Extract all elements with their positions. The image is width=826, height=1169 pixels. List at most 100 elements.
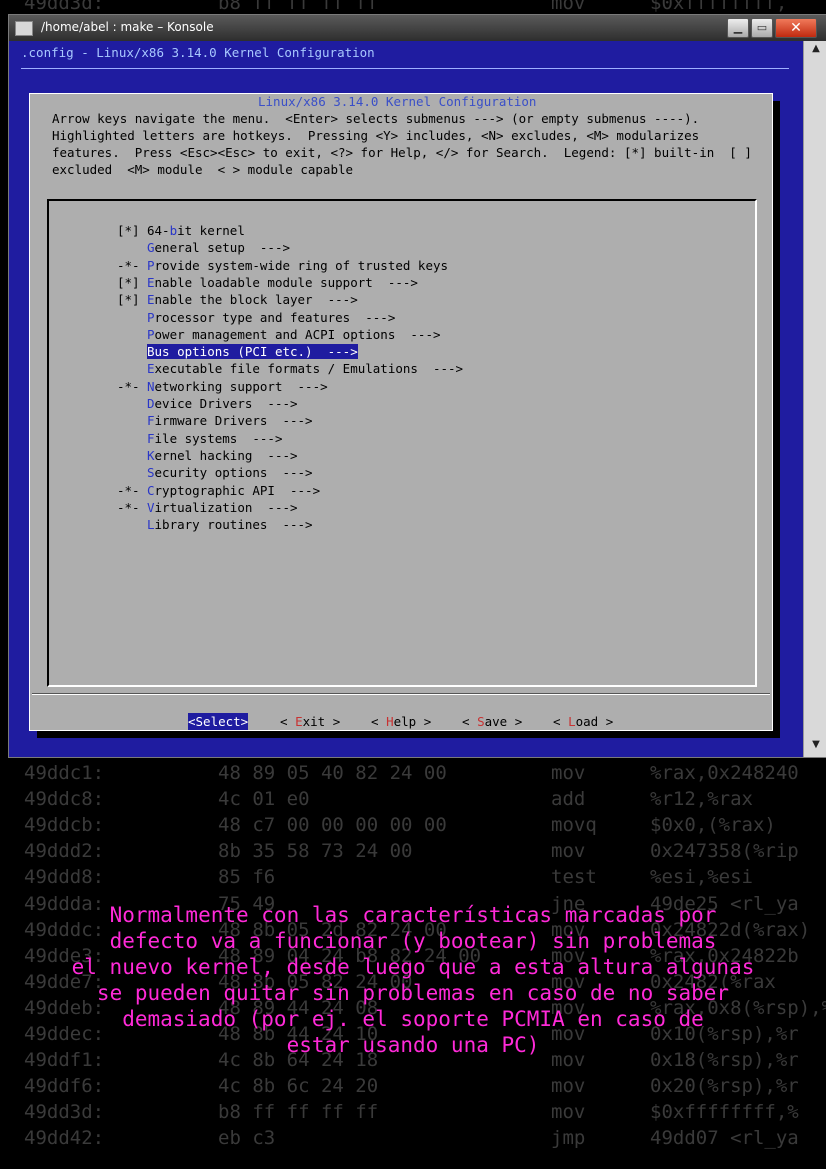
caption-line: el nuevo kernel, desde luego que a esta … xyxy=(71,955,755,979)
caption-line: se pueden quitar sin problemas en caso d… xyxy=(96,981,730,1005)
disassembly-cell: %rax,0x248240 xyxy=(650,762,799,784)
menu-item[interactable]: Device Drivers ---> xyxy=(117,395,298,412)
caption-text: Normalmente con las características marc… xyxy=(40,902,786,1058)
exit-button[interactable]: < Exit > xyxy=(280,713,340,730)
menu-item-label: us options (PCI etc.) ---> xyxy=(154,344,358,360)
menu-item[interactable]: Executable file formats / Emulations ---… xyxy=(117,360,463,377)
disassembly-cell: 49ddc8: xyxy=(24,788,105,811)
caption-line: defecto va a funcionar (y bootear) sin p… xyxy=(109,929,717,953)
select-button[interactable]: <Select> xyxy=(188,713,249,730)
disassembly-cell: 49ddcb: xyxy=(24,814,105,837)
menu-item-label: irtualization ---> xyxy=(154,499,298,515)
disassembly-row: 49ddc8: 4c 01 e0 add %r12,%rax xyxy=(0,788,826,814)
menu-item-hotkey: E xyxy=(147,274,155,290)
menu-item-label: nable the block layer ---> xyxy=(154,292,358,308)
menu-item-label: eneral setup ---> xyxy=(154,240,290,256)
disassembly-row: 49ddd8: 85 f6 test %esi,%esi xyxy=(0,866,826,892)
menu-item-label: rovide system-wide ring of trusted keys xyxy=(154,257,449,273)
menu-item-hotkey: E xyxy=(147,361,155,377)
disassembly-cell: %r12,%rax xyxy=(650,788,753,811)
maximize-button[interactable]: ▭ xyxy=(751,18,773,38)
menu-item-hotkey: C xyxy=(147,482,155,498)
menu-item[interactable]: File systems ---> xyxy=(117,430,282,447)
disassembly-cell: mov xyxy=(551,1075,586,1098)
disassembly-cell: $0xffffffff, xyxy=(650,0,788,14)
menu-item-hotkey: S xyxy=(147,465,155,481)
menu-item[interactable]: Processor type and features ---> xyxy=(117,309,395,326)
scrollbar[interactable]: ▲ ▼ xyxy=(803,41,826,757)
load-button[interactable]: < Load > xyxy=(553,713,613,730)
menu-item-hotkey: L xyxy=(147,517,155,533)
menu-item-hotkey: F xyxy=(147,413,155,429)
disassembly-cell: 48 89 05 40 82 24 00 xyxy=(218,762,447,784)
menu-item-state: -*- xyxy=(117,257,140,273)
menu-item-hotkey: V xyxy=(147,499,155,515)
menu-item[interactable]: [*] Enable the block layer ---> xyxy=(117,291,358,308)
menu-item-hotkey: P xyxy=(147,309,155,325)
menu-item-hotkey: P xyxy=(147,257,155,273)
disassembly-cell: 0x247358(%rip xyxy=(650,840,799,863)
disassembly-cell: 85 f6 xyxy=(218,866,276,889)
menu-item[interactable]: -*- Provide system-wide ring of trusted k… xyxy=(117,257,448,274)
title-bar[interactable]: /home/abel : make – Konsole ▁ ▭ ✕ xyxy=(9,15,826,41)
disassembly-row: 49ddf6: 4c 8b 6c 24 20 mov 0x20(%rsp),%r xyxy=(0,1075,826,1101)
menu-item[interactable]: Power management and ACPI options ---> xyxy=(117,326,441,343)
menu-item[interactable]: Bus options (PCI etc.) ---> xyxy=(117,343,358,360)
menu-item[interactable]: Firmware Drivers ---> xyxy=(117,412,313,429)
menu-item-label: rocessor type and features ---> xyxy=(154,309,396,325)
minimize-button[interactable]: ▁ xyxy=(727,18,749,38)
menu-item-hotkey: B xyxy=(147,344,155,360)
disassembly-cell: 49dd07 <rl_ya xyxy=(650,1127,799,1150)
menu-item-label: ower management and ACPI options ---> xyxy=(154,326,441,342)
menu-item[interactable]: General setup ---> xyxy=(117,239,290,256)
disassembly-cell: 49ddd2: xyxy=(24,840,105,863)
menu-item[interactable]: Security options ---> xyxy=(117,464,313,481)
menu-item-hotkey: F xyxy=(147,430,155,446)
menu-item-label: ecurity options ---> xyxy=(154,465,313,481)
menu-item-state: [*] xyxy=(117,223,140,238)
disassembly-cell: add xyxy=(551,788,586,811)
menu-item[interactable]: Kernel hacking ---> xyxy=(117,447,298,464)
window-title: /home/abel : make – Konsole xyxy=(41,20,214,34)
menu-item-hotkey: K xyxy=(147,447,155,463)
disassembly-row: 49dd3d: b8 ff ff ff ff mov $0xffffffff,% xyxy=(0,1101,826,1127)
disassembly-cell: b8 ff ff ff ff xyxy=(218,1101,379,1124)
disassembly-cell: movq xyxy=(551,814,597,837)
disassembly-cell: eb c3 xyxy=(218,1127,276,1150)
konsole-window: /home/abel : make – Konsole ▁ ▭ ✕ .confi… xyxy=(8,14,826,758)
menu-item-label: etworking support ---> xyxy=(154,378,328,394)
disassembly-row: 49ddcb: 48 c7 00 00 00 00 00 movq $0x0,(%ra… xyxy=(0,814,826,840)
disassembly-row: 49dd42: eb c3 jmp 49dd07 <rl_ya xyxy=(0,1127,826,1153)
close-button[interactable]: ✕ xyxy=(775,18,817,38)
menu-item[interactable]: -*- Cryptographic API ---> xyxy=(117,482,320,499)
menu-item-label: ile systems ---> xyxy=(154,430,283,446)
scroll-down-icon[interactable]: ▼ xyxy=(807,739,825,755)
menu-item-label: nable loadable module support ---> xyxy=(154,274,418,290)
terminal-area[interactable]: .config - Linux/x86 3.14.0 Kernel Config… xyxy=(9,41,803,757)
disassembly-cell: 49dd42: xyxy=(24,1127,105,1150)
disassembly-cell: mov xyxy=(551,762,586,784)
menu-item[interactable]: -*- Networking support ---> xyxy=(117,378,328,395)
dialog-shadow xyxy=(772,101,780,737)
menu-item-hotkey: E xyxy=(147,292,155,308)
disassembly-cell: 8b 35 58 73 24 00 xyxy=(218,840,413,863)
disassembly-cell: 49ddd8: xyxy=(24,866,105,889)
scroll-up-icon[interactable]: ▲ xyxy=(807,43,825,59)
menu-item-state: -*- xyxy=(117,499,140,515)
menu-item-hotkey: G xyxy=(147,240,155,256)
menu-item[interactable]: -*- Virtualization ---> xyxy=(117,499,298,516)
menu-item-state: [*] xyxy=(117,274,140,290)
disassembly-cell: 4c 8b 6c 24 20 xyxy=(218,1075,379,1098)
help-text-line: Highlighted letters are hotkeys. Pressin… xyxy=(52,128,700,143)
menu-item-label: irmware Drivers ---> xyxy=(154,413,313,429)
save-button[interactable]: < Save > xyxy=(462,713,522,730)
disassembly-cell: mov xyxy=(551,1101,586,1124)
help-button[interactable]: < Help > xyxy=(371,713,431,730)
dialog-title: Linux/x86 3.14.0 Kernel Configuration xyxy=(254,94,541,109)
menu-item[interactable]: [*] Enable loadable module support ---> xyxy=(117,274,418,291)
disassembly-cell: $0x0,(%rax) xyxy=(650,814,776,837)
menu-item[interactable]: Library routines ---> xyxy=(117,516,313,533)
menu-item[interactable]: [*] 64-bit kernel xyxy=(117,222,245,239)
disassembly-cell: mov xyxy=(551,840,586,863)
menu-item-hotkey: D xyxy=(147,396,155,411)
